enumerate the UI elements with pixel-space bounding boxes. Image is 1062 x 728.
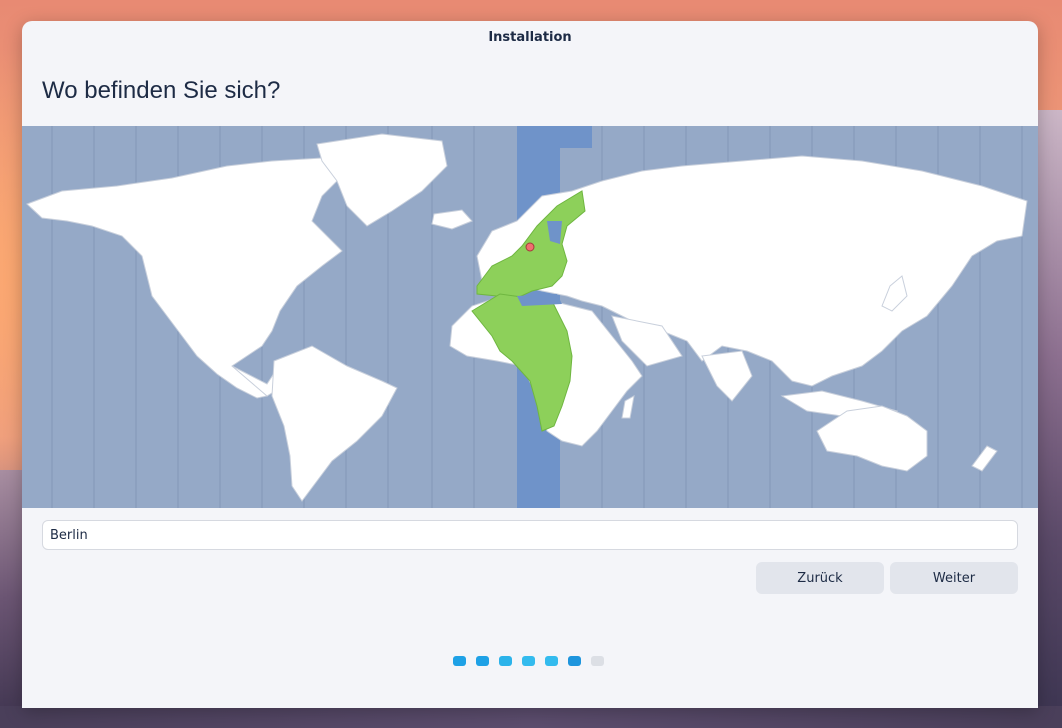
progress-step-3 <box>499 656 512 666</box>
progress-step-4 <box>522 656 535 666</box>
progress-step-7 <box>591 656 604 666</box>
progress-step-5 <box>545 656 558 666</box>
timezone-search-input[interactable] <box>42 520 1018 550</box>
world-map[interactable] <box>22 126 1038 508</box>
continent-australia <box>816 405 928 472</box>
timezone-map[interactable] <box>22 126 1038 508</box>
installer-window: Installation Wo befinden Sie sich? Berli… <box>22 21 1038 708</box>
next-button[interactable]: Weiter <box>890 562 1018 594</box>
continent-greenland <box>316 133 448 227</box>
page-title: Wo befinden Sie sich? <box>42 77 281 104</box>
wallpaper-mountain-bottom <box>0 706 1062 728</box>
progress-step-1 <box>453 656 466 666</box>
selected-location-marker[interactable] <box>525 242 535 252</box>
back-button[interactable]: Zurück <box>756 562 884 594</box>
progress-indicator <box>453 656 604 666</box>
progress-step-6 <box>568 656 581 666</box>
window-title: Installation <box>488 30 572 45</box>
continent-south-america <box>271 345 398 502</box>
progress-step-2 <box>476 656 489 666</box>
